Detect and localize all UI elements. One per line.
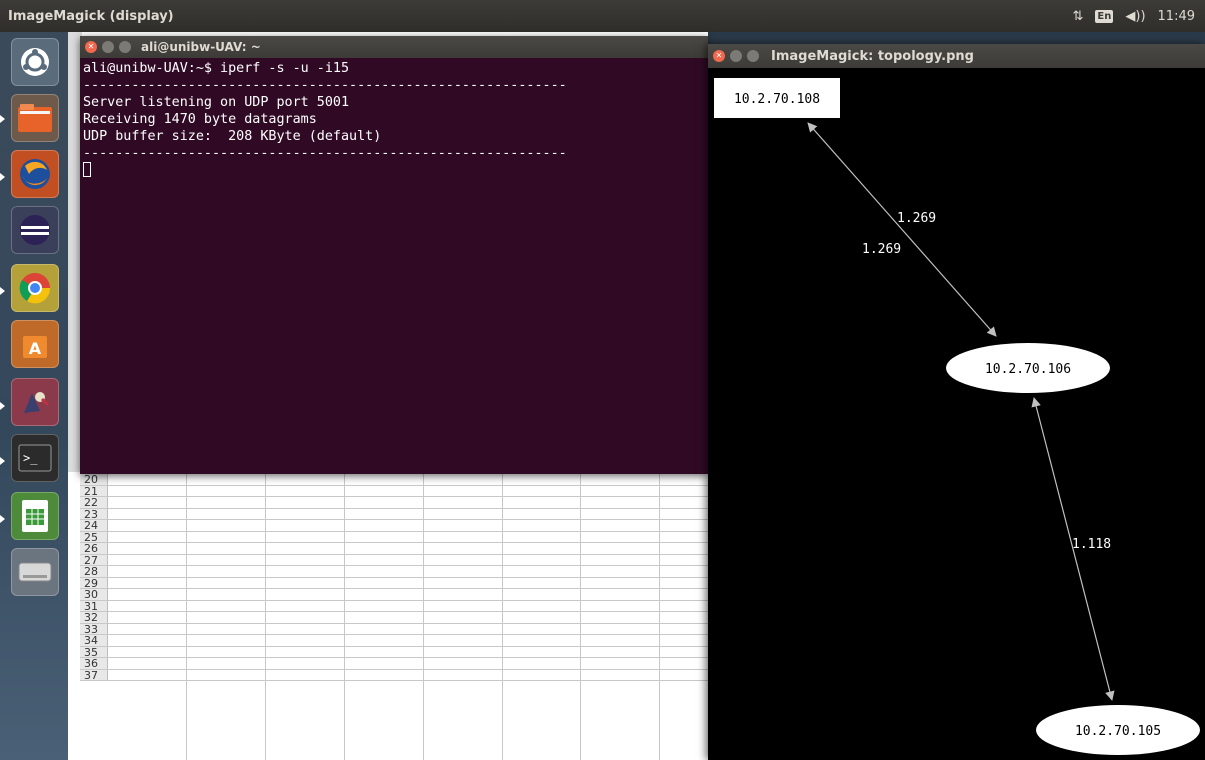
row-number[interactable]: 24 <box>80 520 108 531</box>
column-gridline <box>265 472 266 760</box>
terminal-window[interactable]: ✕ ali@unibw-UAV: ~ ali@unibw-UAV:~$ iper… <box>80 36 708 474</box>
spreadsheet-row[interactable]: 29 <box>80 577 708 589</box>
terminal-line: Server listening on UDP port 5001 <box>83 95 350 110</box>
svg-text:A: A <box>29 339 42 358</box>
active-window-title: ImageMagick (display) <box>8 8 174 24</box>
terminal-line: ----------------------------------------… <box>83 146 567 161</box>
row-number[interactable]: 35 <box>80 646 108 657</box>
terminal-line: ----------------------------------------… <box>83 78 567 93</box>
indicator-area: ⇅ En ◀)) 11:49 <box>1073 9 1205 24</box>
row-number[interactable]: 27 <box>80 554 108 565</box>
files-icon[interactable] <box>11 94 59 142</box>
spreadsheet-row[interactable]: 30 <box>80 589 708 601</box>
volume-icon[interactable]: ◀)) <box>1125 9 1145 24</box>
row-number[interactable]: 34 <box>80 635 108 646</box>
spreadsheet-row[interactable]: 20 <box>80 474 708 486</box>
row-number[interactable]: 31 <box>80 600 108 611</box>
imagemagick-window[interactable]: ✕ ImageMagick: topology.png 10.2.70.108 … <box>708 44 1205 760</box>
column-gridline <box>502 472 503 760</box>
node-105-label: 10.2.70.105 <box>1075 724 1161 739</box>
chrome-icon[interactable] <box>11 264 59 312</box>
row-number[interactable]: 37 <box>80 669 108 680</box>
edge-108-106 <box>807 122 997 337</box>
network-icon[interactable]: ⇅ <box>1073 9 1084 24</box>
running-indicator <box>0 457 5 465</box>
edge-label: 1.269 <box>897 211 936 226</box>
top-panel: ImageMagick (display) ⇅ En ◀)) 11:49 <box>0 0 1205 32</box>
spreadsheet-row[interactable]: 28 <box>80 566 708 578</box>
spreadsheet-row[interactable]: 35 <box>80 646 708 658</box>
spreadsheet-row[interactable]: 34 <box>80 635 708 647</box>
column-gridline <box>659 472 660 760</box>
node-106-label: 10.2.70.106 <box>985 362 1071 377</box>
spreadsheet-row[interactable]: 25 <box>80 531 708 543</box>
running-indicator <box>0 287 5 295</box>
clock[interactable]: 11:49 <box>1158 9 1195 24</box>
row-number[interactable]: 29 <box>80 577 108 588</box>
spreadsheet-row[interactable]: 24 <box>80 520 708 532</box>
spreadsheet-row[interactable]: 37 <box>80 669 708 681</box>
topology-graph[interactable]: 10.2.70.108 10.2.70.106 10.2.70.105 1.26… <box>708 68 1205 760</box>
spreadsheet-row[interactable]: 21 <box>80 485 708 497</box>
running-indicator <box>0 515 5 523</box>
terminal-title: ali@unibw-UAV: ~ <box>141 40 261 54</box>
spreadsheet-row[interactable]: 31 <box>80 600 708 612</box>
terminal-line: UDP buffer size: 208 KByte (default) <box>83 129 382 144</box>
minimize-button[interactable] <box>102 41 114 53</box>
disk-icon[interactable] <box>11 548 59 596</box>
row-number[interactable]: 20 <box>80 474 108 485</box>
column-gridline <box>580 472 581 760</box>
spreadsheet-row[interactable]: 26 <box>80 543 708 555</box>
terminal-cursor <box>83 162 91 177</box>
firefox-icon[interactable] <box>11 150 59 198</box>
libreoffice-calc-icon[interactable] <box>11 492 59 540</box>
column-gridline <box>344 472 345 760</box>
terminal-line: Receiving 1470 byte datagrams <box>83 112 317 127</box>
gimp-icon[interactable] <box>11 378 59 426</box>
column-gridline <box>423 472 424 760</box>
running-indicator <box>0 173 5 181</box>
software-center-icon[interactable]: A <box>11 320 59 368</box>
keyboard-layout-indicator[interactable]: En <box>1095 9 1114 23</box>
row-number[interactable]: 30 <box>80 589 108 600</box>
imagemagick-titlebar[interactable]: ✕ ImageMagick: topology.png <box>708 44 1205 68</box>
spreadsheet-row[interactable]: 33 <box>80 623 708 635</box>
close-button[interactable]: ✕ <box>85 41 97 53</box>
terminal-line: ali@unibw-UAV:~$ iperf -s -u -i15 <box>83 61 350 76</box>
spreadsheet-row[interactable]: 32 <box>80 612 708 624</box>
spreadsheet-row[interactable]: 36 <box>80 658 708 670</box>
terminal-output[interactable]: ali@unibw-UAV:~$ iperf -s -u -i15 ------… <box>80 58 708 181</box>
ubuntu-dash-icon[interactable] <box>11 38 59 86</box>
row-number[interactable]: 26 <box>80 543 108 554</box>
eclipse-icon[interactable] <box>11 206 59 254</box>
row-number[interactable]: 22 <box>80 497 108 508</box>
spreadsheet-row[interactable]: 27 <box>80 554 708 566</box>
row-number[interactable]: 21 <box>80 485 108 496</box>
row-number[interactable]: 23 <box>80 508 108 519</box>
spreadsheet-row[interactable]: 23 <box>80 508 708 520</box>
row-number[interactable]: 32 <box>80 612 108 623</box>
column-gridline <box>186 472 187 760</box>
maximize-button[interactable] <box>747 50 759 62</box>
close-button[interactable]: ✕ <box>713 50 725 62</box>
maximize-button[interactable] <box>119 41 131 53</box>
row-number[interactable]: 36 <box>80 658 108 669</box>
launcher: A >_ <box>0 32 68 760</box>
edge-label: 1.269 <box>862 242 901 257</box>
running-indicator <box>0 402 5 410</box>
row-number[interactable]: 25 <box>80 531 108 542</box>
terminal-titlebar[interactable]: ✕ ali@unibw-UAV: ~ <box>80 36 708 58</box>
svg-text:>_: >_ <box>23 451 38 465</box>
minimize-button[interactable] <box>730 50 742 62</box>
running-indicator <box>0 115 5 123</box>
spreadsheet-row[interactable]: 22 <box>80 497 708 509</box>
imagemagick-title: ImageMagick: topology.png <box>771 48 974 64</box>
edge-label: 1.118 <box>1072 537 1111 552</box>
node-108-label: 10.2.70.108 <box>734 92 820 107</box>
row-number[interactable]: 33 <box>80 623 108 634</box>
row-number[interactable]: 28 <box>80 566 108 577</box>
terminal-icon[interactable]: >_ <box>11 434 59 482</box>
